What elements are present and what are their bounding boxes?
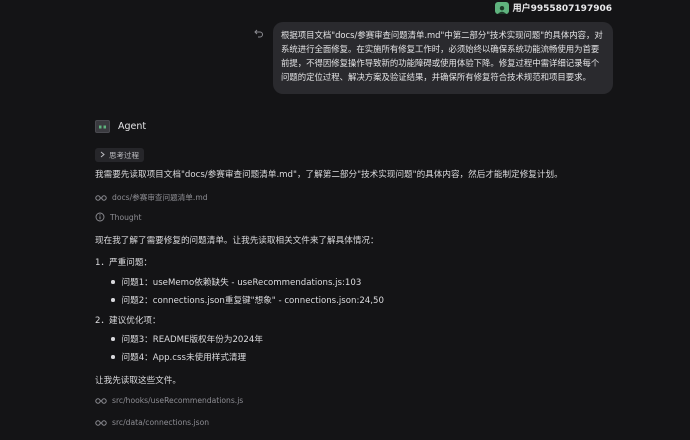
- section1-title: 1．严重问题：: [95, 258, 153, 268]
- glasses-icon: [95, 194, 107, 201]
- thought-label: Thought: [110, 212, 142, 222]
- tool-read-file-path: src/data/connections.json: [112, 418, 210, 427]
- read-files-text: 让我先读取这些文件。: [95, 376, 181, 386]
- thinking-label: 思考过程: [109, 150, 139, 160]
- bullet-dot: [111, 337, 115, 341]
- tool-read-file[interactable]: src/data/connections.json: [95, 418, 209, 427]
- chevron-right-icon: [100, 151, 105, 160]
- thinking-toggle[interactable]: 思考过程: [95, 148, 144, 162]
- user-message-text: 根据项目文档"docs/参赛审查问题清单.md"中第二部分"技术实现问题"的具体…: [281, 30, 603, 82]
- list-item-text: 问题1：useMemo依赖缺失 - useRecommendations.js:…: [121, 278, 362, 288]
- list-item: 问题3：README版权年份为2024年: [111, 333, 263, 345]
- section2-title: 2．建议优化项：: [95, 316, 161, 326]
- tool-read-doc-path: docs/参赛审查问题清单.md: [112, 193, 208, 202]
- tool-read-file-path: src/hooks/useRecommendations.js: [112, 396, 244, 405]
- agent-icon: [95, 120, 110, 133]
- user-header: 用户9955807197906: [494, 1, 612, 14]
- list-item-text: 问题4：App.css未使用样式清理: [121, 353, 247, 363]
- undo-icon[interactable]: [253, 28, 265, 40]
- agent-name: Agent: [118, 121, 147, 132]
- tool-read-file[interactable]: src/hooks/useRecommendations.js: [95, 396, 243, 405]
- person-icon: [494, 1, 509, 14]
- glasses-icon: [95, 419, 107, 426]
- agent-understood-text: 现在我了解了需要修复的问题清单。让我先读取相关文件来了解具体情况：: [95, 236, 379, 246]
- user-message-bubble: 根据项目文档"docs/参赛审查问题清单.md"中第二部分"技术实现问题"的具体…: [273, 22, 613, 94]
- tool-read-doc[interactable]: docs/参赛审查问题清单.md: [95, 192, 208, 203]
- list-item: 问题2：connections.json重复键"想象" - connection…: [111, 294, 384, 306]
- agent-header: Agent: [95, 120, 146, 133]
- info-icon: [95, 212, 105, 222]
- bullet-dot: [111, 298, 115, 302]
- bullet-dot: [111, 355, 115, 359]
- glasses-icon: [95, 397, 107, 404]
- user-name: 用户9955807197906: [512, 4, 612, 14]
- list-item: 问题4：App.css未使用样式清理: [111, 351, 246, 363]
- bullet-dot: [111, 280, 115, 284]
- thought-item[interactable]: Thought: [95, 212, 142, 222]
- list-item-text: 问题3：README版权年份为2024年: [121, 335, 263, 345]
- agent-intro-text: 我需要先读取项目文档"docs/参赛审查问题清单.md"，了解第二部分"技术实现…: [95, 170, 563, 180]
- list-item-text: 问题2：connections.json重复键"想象" - connection…: [121, 296, 384, 306]
- list-item: 问题1：useMemo依赖缺失 - useRecommendations.js:…: [111, 276, 361, 288]
